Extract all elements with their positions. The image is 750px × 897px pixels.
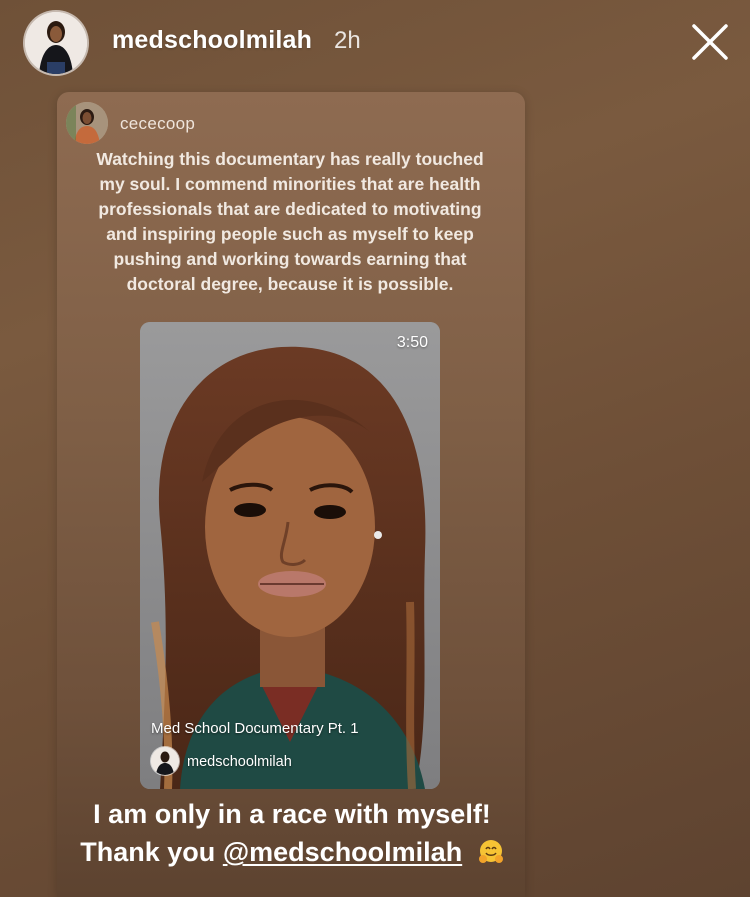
shared-post-avatar[interactable] bbox=[66, 102, 108, 144]
video-duration: 3:50 bbox=[396, 334, 428, 351]
overlay-thank-you: Thank you bbox=[80, 837, 216, 867]
video-thumbnail-image bbox=[140, 322, 440, 789]
shared-post-caption: Watching this documentary has really tou… bbox=[96, 149, 484, 294]
story-overlay-text: I am only in a race with myself! Thank y… bbox=[62, 795, 522, 871]
story-username[interactable]: medschoolmilah bbox=[112, 26, 312, 55]
video-author-avatar[interactable] bbox=[151, 747, 179, 775]
video-author-username[interactable]: medschoolmilah bbox=[187, 754, 292, 770]
mention-link[interactable]: @medschoolmilah bbox=[223, 837, 462, 867]
close-icon bbox=[692, 24, 728, 60]
story-header: medschoolmilah 2h bbox=[0, 0, 750, 86]
profile-avatar[interactable] bbox=[25, 12, 87, 74]
video-thumbnail[interactable]: 3:50 Med School Documentary Pt. 1 medsch… bbox=[140, 322, 440, 789]
video-author-avatar-image bbox=[151, 747, 179, 775]
profile-avatar-image bbox=[25, 12, 87, 74]
shared-post-username[interactable]: cececoop bbox=[120, 114, 195, 134]
story-timestamp: 2h bbox=[334, 27, 361, 54]
close-button[interactable] bbox=[690, 22, 730, 62]
shared-post-avatar-image bbox=[66, 102, 108, 144]
overlay-line-1: I am only in a race with myself! bbox=[93, 799, 491, 829]
overlay-line-2: Thank you @medschoolmilah bbox=[62, 833, 522, 871]
video-title: Med School Documentary Pt. 1 bbox=[151, 720, 359, 737]
hugging-face-emoji-icon bbox=[478, 837, 504, 863]
